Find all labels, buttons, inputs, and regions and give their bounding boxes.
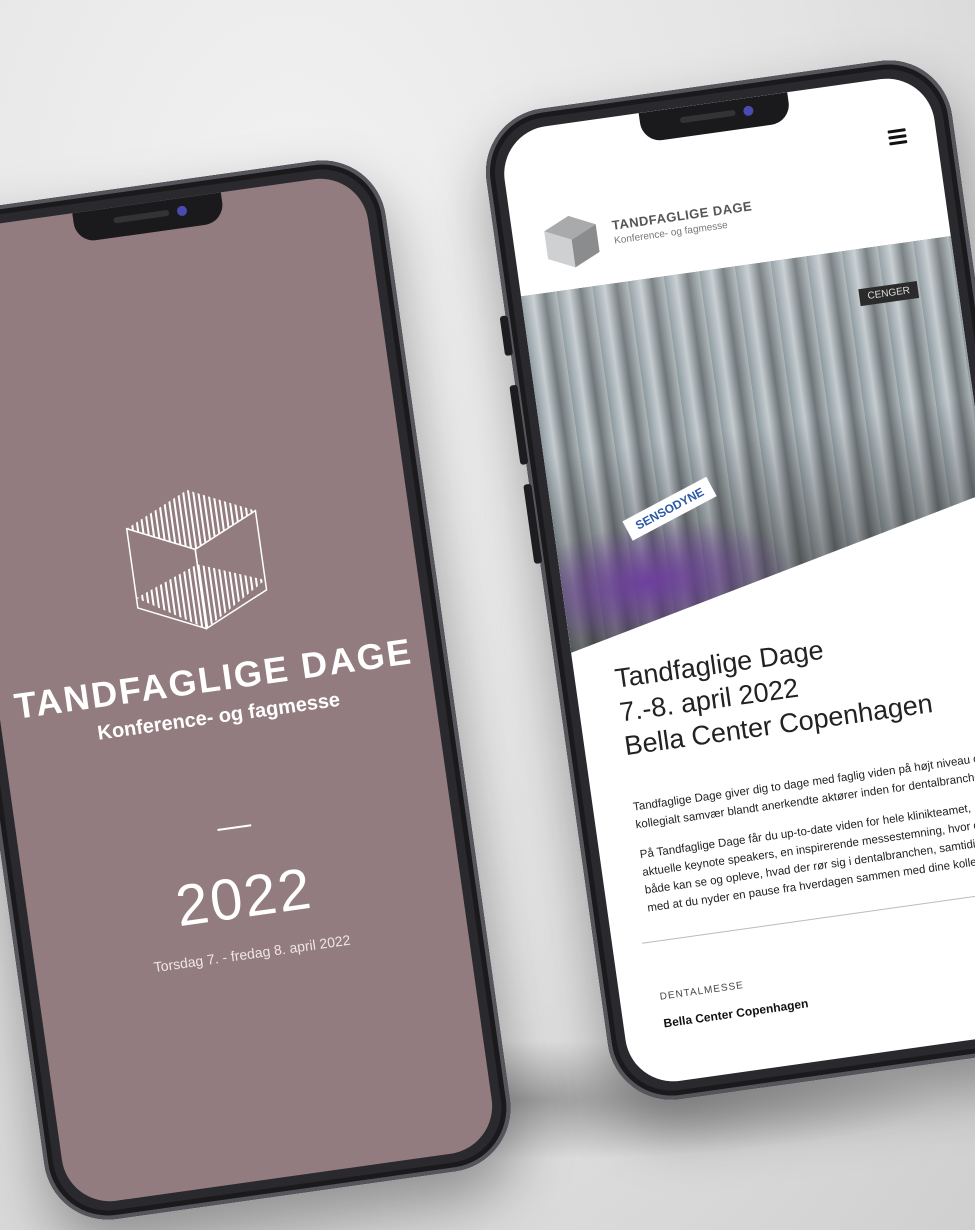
section-label: DENTALMESSE	[659, 980, 745, 1003]
hero-sign: CENGER	[859, 281, 920, 306]
site-logo-icon[interactable]	[540, 210, 603, 273]
website-screen: TANDFAGLIGE DAGE Konference- og fagmesse…	[498, 72, 975, 1088]
volume-up-button	[509, 384, 529, 466]
phone-left: TANDFAGLIGE DAGE Konference- og fagmesse…	[0, 152, 519, 1228]
hero-image: SENSODYNE CENGER	[521, 236, 975, 653]
cube-logo-icon	[125, 489, 268, 630]
article: Tandfaglige Dage 7.-8. april 2022 Bella …	[613, 611, 975, 1030]
divider	[217, 824, 252, 832]
notch	[638, 92, 792, 143]
notch	[72, 192, 225, 243]
phone-right: TANDFAGLIGE DAGE Konference- og fagmesse…	[477, 52, 975, 1108]
event-year: 2022	[171, 855, 317, 940]
mute-switch	[499, 315, 514, 357]
page-title: Tandfaglige Dage 7.-8. april 2022 Bella …	[613, 611, 975, 763]
splash-screen: TANDFAGLIGE DAGE Konference- og fagmesse…	[0, 172, 499, 1208]
volume-down-button	[523, 483, 543, 565]
hero-sign: SENSODYNE	[622, 477, 717, 541]
hamburger-menu-icon[interactable]	[887, 128, 908, 146]
